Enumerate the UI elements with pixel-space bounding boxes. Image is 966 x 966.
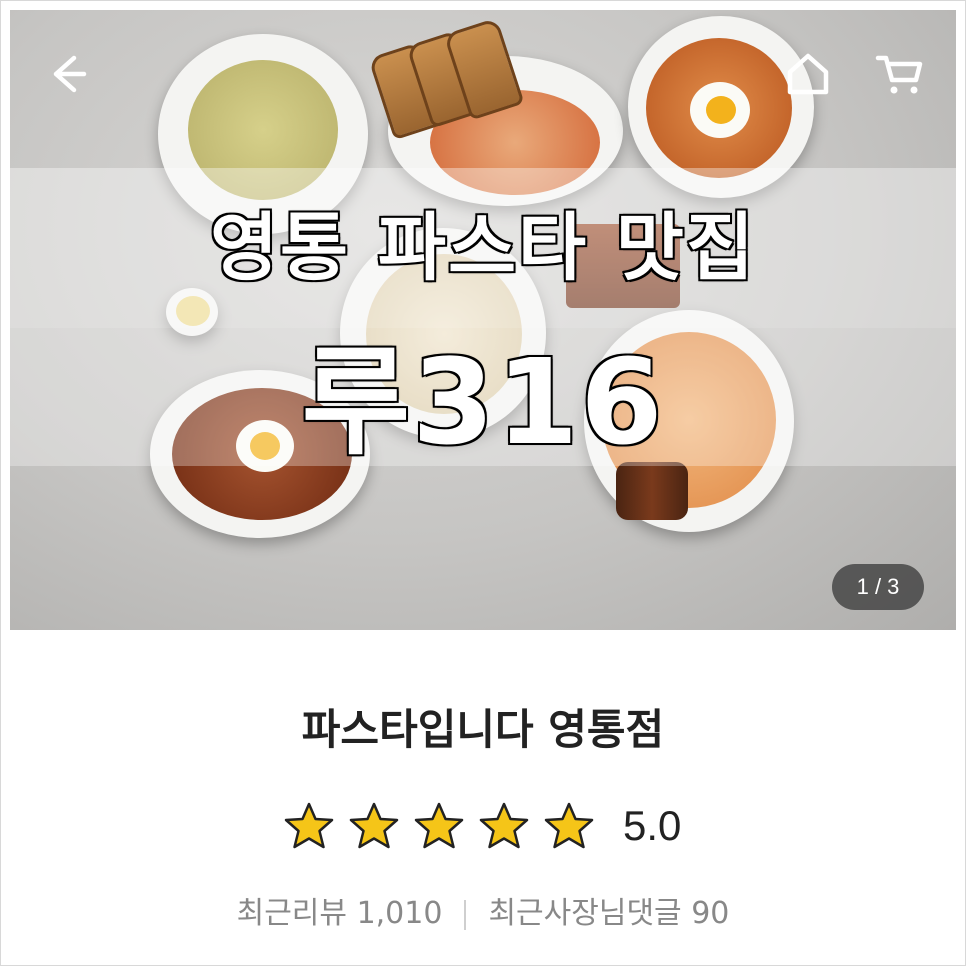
cart-icon[interactable] bbox=[872, 46, 928, 102]
owner-replies-label: 최근사장님댓글 bbox=[488, 896, 682, 931]
stats-divider bbox=[464, 899, 467, 930]
recent-reviews-link[interactable]: 최근리뷰 1,010 bbox=[237, 896, 443, 931]
promo-title-line1: 영통 파스타 맛집 bbox=[208, 204, 757, 293]
recent-reviews-count: 1,010 bbox=[356, 896, 443, 931]
promo-title-line2: 루316 bbox=[300, 332, 665, 473]
star-icon bbox=[542, 801, 596, 851]
review-stats: 최근리뷰 1,010 최근사장님댓글 90 bbox=[0, 888, 966, 932]
arrow-left-icon[interactable] bbox=[40, 46, 96, 102]
owner-replies-link[interactable]: 최근사장님댓글 90 bbox=[488, 896, 729, 931]
star-icon bbox=[347, 801, 401, 851]
rating-row: 5.0 bbox=[282, 798, 681, 854]
star-icon bbox=[282, 801, 336, 851]
rating-value: 5.0 bbox=[623, 802, 682, 849]
star-icon bbox=[477, 801, 531, 851]
star-icon bbox=[412, 801, 466, 851]
store-hero-image[interactable]: 영통 파스타 맛집 루316 1 / 3 bbox=[10, 10, 956, 630]
store-name: 파스타입니다 영통점 bbox=[301, 705, 665, 754]
home-icon[interactable] bbox=[780, 46, 836, 102]
recent-reviews-label: 최근리뷰 bbox=[236, 896, 348, 931]
owner-replies-count: 90 bbox=[691, 896, 730, 931]
image-counter-badge: 1 / 3 bbox=[832, 564, 924, 610]
egg-yolk bbox=[706, 96, 736, 124]
